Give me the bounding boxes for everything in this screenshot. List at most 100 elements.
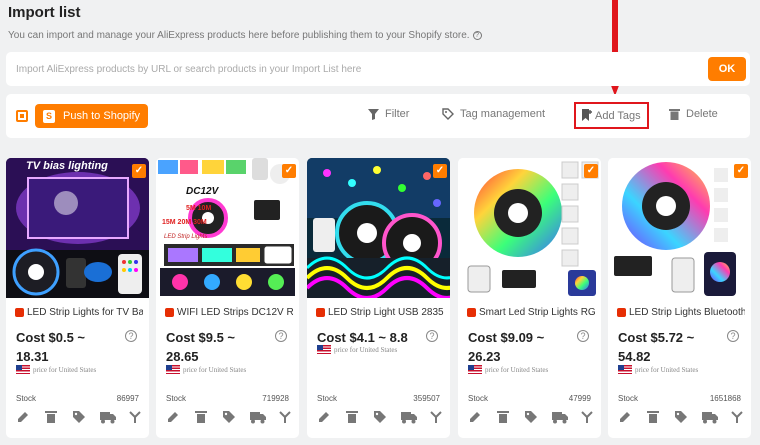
tag-icon[interactable] <box>222 410 236 424</box>
price-note: price for United States <box>166 365 246 374</box>
tag-management-button[interactable]: Tag management <box>442 108 545 120</box>
product-card[interactable]: ✓ Smart Led Strip Lights RGB Cost $9.09 … <box>458 158 601 438</box>
help-icon[interactable]: ? <box>472 31 482 40</box>
trash-icon[interactable] <box>345 410 359 424</box>
product-checkbox[interactable]: ✓ <box>734 164 748 178</box>
stock-value: 1651868 <box>709 394 741 403</box>
trash-icon[interactable] <box>646 410 660 424</box>
help-icon[interactable]: ? <box>125 330 137 342</box>
cost-line-2: 54.82 <box>618 349 651 364</box>
product-image[interactable] <box>307 158 450 298</box>
trash-icon <box>669 109 680 120</box>
product-title[interactable]: Smart Led Strip Lights RGB <box>467 307 595 318</box>
product-image[interactable]: TV bias lighting <box>6 158 149 298</box>
edit-icon[interactable] <box>16 410 30 424</box>
select-all-checkbox[interactable] <box>16 110 28 122</box>
product-title[interactable]: WIFI LED Strips DC12V RGB <box>165 307 293 318</box>
us-flag-icon <box>317 345 331 354</box>
trash-icon[interactable] <box>44 410 58 424</box>
trash-icon[interactable] <box>194 410 208 424</box>
add-tags-button[interactable]: Add Tags <box>574 102 649 129</box>
filter-icon <box>368 108 379 120</box>
product-card[interactable]: TV bias lighting ✓ LED Strip Lights for … <box>6 158 149 438</box>
trash-icon[interactable] <box>496 410 510 424</box>
edit-icon[interactable] <box>468 410 482 424</box>
tag-icon[interactable] <box>674 410 688 424</box>
product-title[interactable]: LED Strip Light USB 2835 <box>316 307 444 318</box>
product-image[interactable] <box>608 158 751 298</box>
split-icon[interactable] <box>128 410 142 424</box>
product-image[interactable]: DC12V 5M 10M 15M 20M 30M LED Strip Light… <box>156 158 299 298</box>
edit-icon[interactable] <box>618 410 632 424</box>
ok-button[interactable]: OK <box>708 57 746 81</box>
page-subtitle-text: You can import and manage your AliExpres… <box>8 30 470 41</box>
price-note-text: price for United States <box>33 365 97 374</box>
stock-value: 359507 <box>413 394 440 403</box>
split-icon[interactable] <box>580 410 594 424</box>
help-icon[interactable]: ? <box>577 330 589 342</box>
product-card[interactable]: ✓ LED Strip Light USB 2835 Cost $4.1 ~ 8… <box>307 158 450 438</box>
split-icon[interactable] <box>429 410 443 424</box>
price-note: price for United States <box>468 365 548 374</box>
help-icon[interactable]: ? <box>275 330 287 342</box>
aliexpress-icon <box>15 308 24 317</box>
filter-button[interactable]: Filter <box>368 108 409 120</box>
us-flag-icon <box>166 365 180 374</box>
price-note: price for United States <box>618 365 698 374</box>
tag-icon[interactable] <box>373 410 387 424</box>
search-bar: OK <box>6 52 750 86</box>
cost-line-2: 28.65 <box>166 349 199 364</box>
product-cost: Cost $9.5 ~ 28.65 <box>166 328 276 366</box>
stock-value: 86997 <box>116 394 139 403</box>
product-checkbox[interactable]: ✓ <box>132 164 146 178</box>
stock-label: Stock <box>618 394 639 403</box>
edit-icon[interactable] <box>317 410 331 424</box>
add-tags-label: Add Tags <box>595 109 641 122</box>
product-image[interactable] <box>458 158 601 298</box>
product-checkbox[interactable]: ✓ <box>282 164 296 178</box>
product-checkbox[interactable]: ✓ <box>584 164 598 178</box>
card-actions <box>317 410 443 424</box>
tag-icon <box>442 108 454 120</box>
shipping-icon[interactable] <box>250 410 266 424</box>
product-card[interactable]: DC12V 5M 10M 15M 20M 30M LED Strip Light… <box>156 158 299 438</box>
tag-icon[interactable] <box>524 410 538 424</box>
split-icon[interactable] <box>730 410 744 424</box>
aliexpress-icon <box>316 308 325 317</box>
product-title[interactable]: LED Strip Lights for TV Backlight <box>15 307 143 318</box>
product-card[interactable]: ✓ LED Strip Lights Bluetooth Cost $5.72 … <box>608 158 751 438</box>
stock-value: 47999 <box>568 394 591 403</box>
delete-label: Delete <box>686 108 718 120</box>
stock-value: 719928 <box>262 394 289 403</box>
price-note-text: price for United States <box>635 365 699 374</box>
push-to-shopify-button[interactable]: S Push to Shopify <box>35 104 148 128</box>
edit-icon[interactable] <box>166 410 180 424</box>
us-flag-icon <box>618 365 632 374</box>
push-to-shopify-label: Push to Shopify <box>63 110 141 122</box>
us-flag-icon <box>468 365 482 374</box>
shipping-icon[interactable] <box>552 410 568 424</box>
delete-button[interactable]: Delete <box>669 108 718 120</box>
search-input[interactable] <box>10 58 700 80</box>
shipping-icon[interactable] <box>401 410 417 424</box>
product-title-text: WIFI LED Strips DC12V RGB <box>177 307 293 318</box>
tag-icon[interactable] <box>72 410 86 424</box>
shipping-icon[interactable] <box>702 410 718 424</box>
image-caption: TV bias lighting <box>26 160 108 172</box>
split-icon[interactable] <box>278 410 292 424</box>
help-icon[interactable]: ? <box>426 330 438 342</box>
add-tag-icon <box>582 109 592 121</box>
product-checkbox[interactable]: ✓ <box>433 164 447 178</box>
product-cost: Cost $9.09 ~ 26.23 <box>468 328 578 366</box>
product-cost: Cost $0.5 ~ 18.31 <box>16 328 126 366</box>
shopify-icon: S <box>43 109 55 123</box>
help-icon[interactable]: ? <box>727 330 739 342</box>
stock-label: Stock <box>166 394 187 403</box>
card-actions <box>618 410 744 424</box>
product-title[interactable]: LED Strip Lights Bluetooth <box>617 307 745 318</box>
price-note-text: price for United States <box>334 345 398 354</box>
shipping-icon[interactable] <box>100 410 116 424</box>
page-subtitle: You can import and manage your AliExpres… <box>8 30 482 41</box>
stock-label: Stock <box>317 394 338 403</box>
svg-text:5M 10M: 5M 10M <box>186 205 211 212</box>
